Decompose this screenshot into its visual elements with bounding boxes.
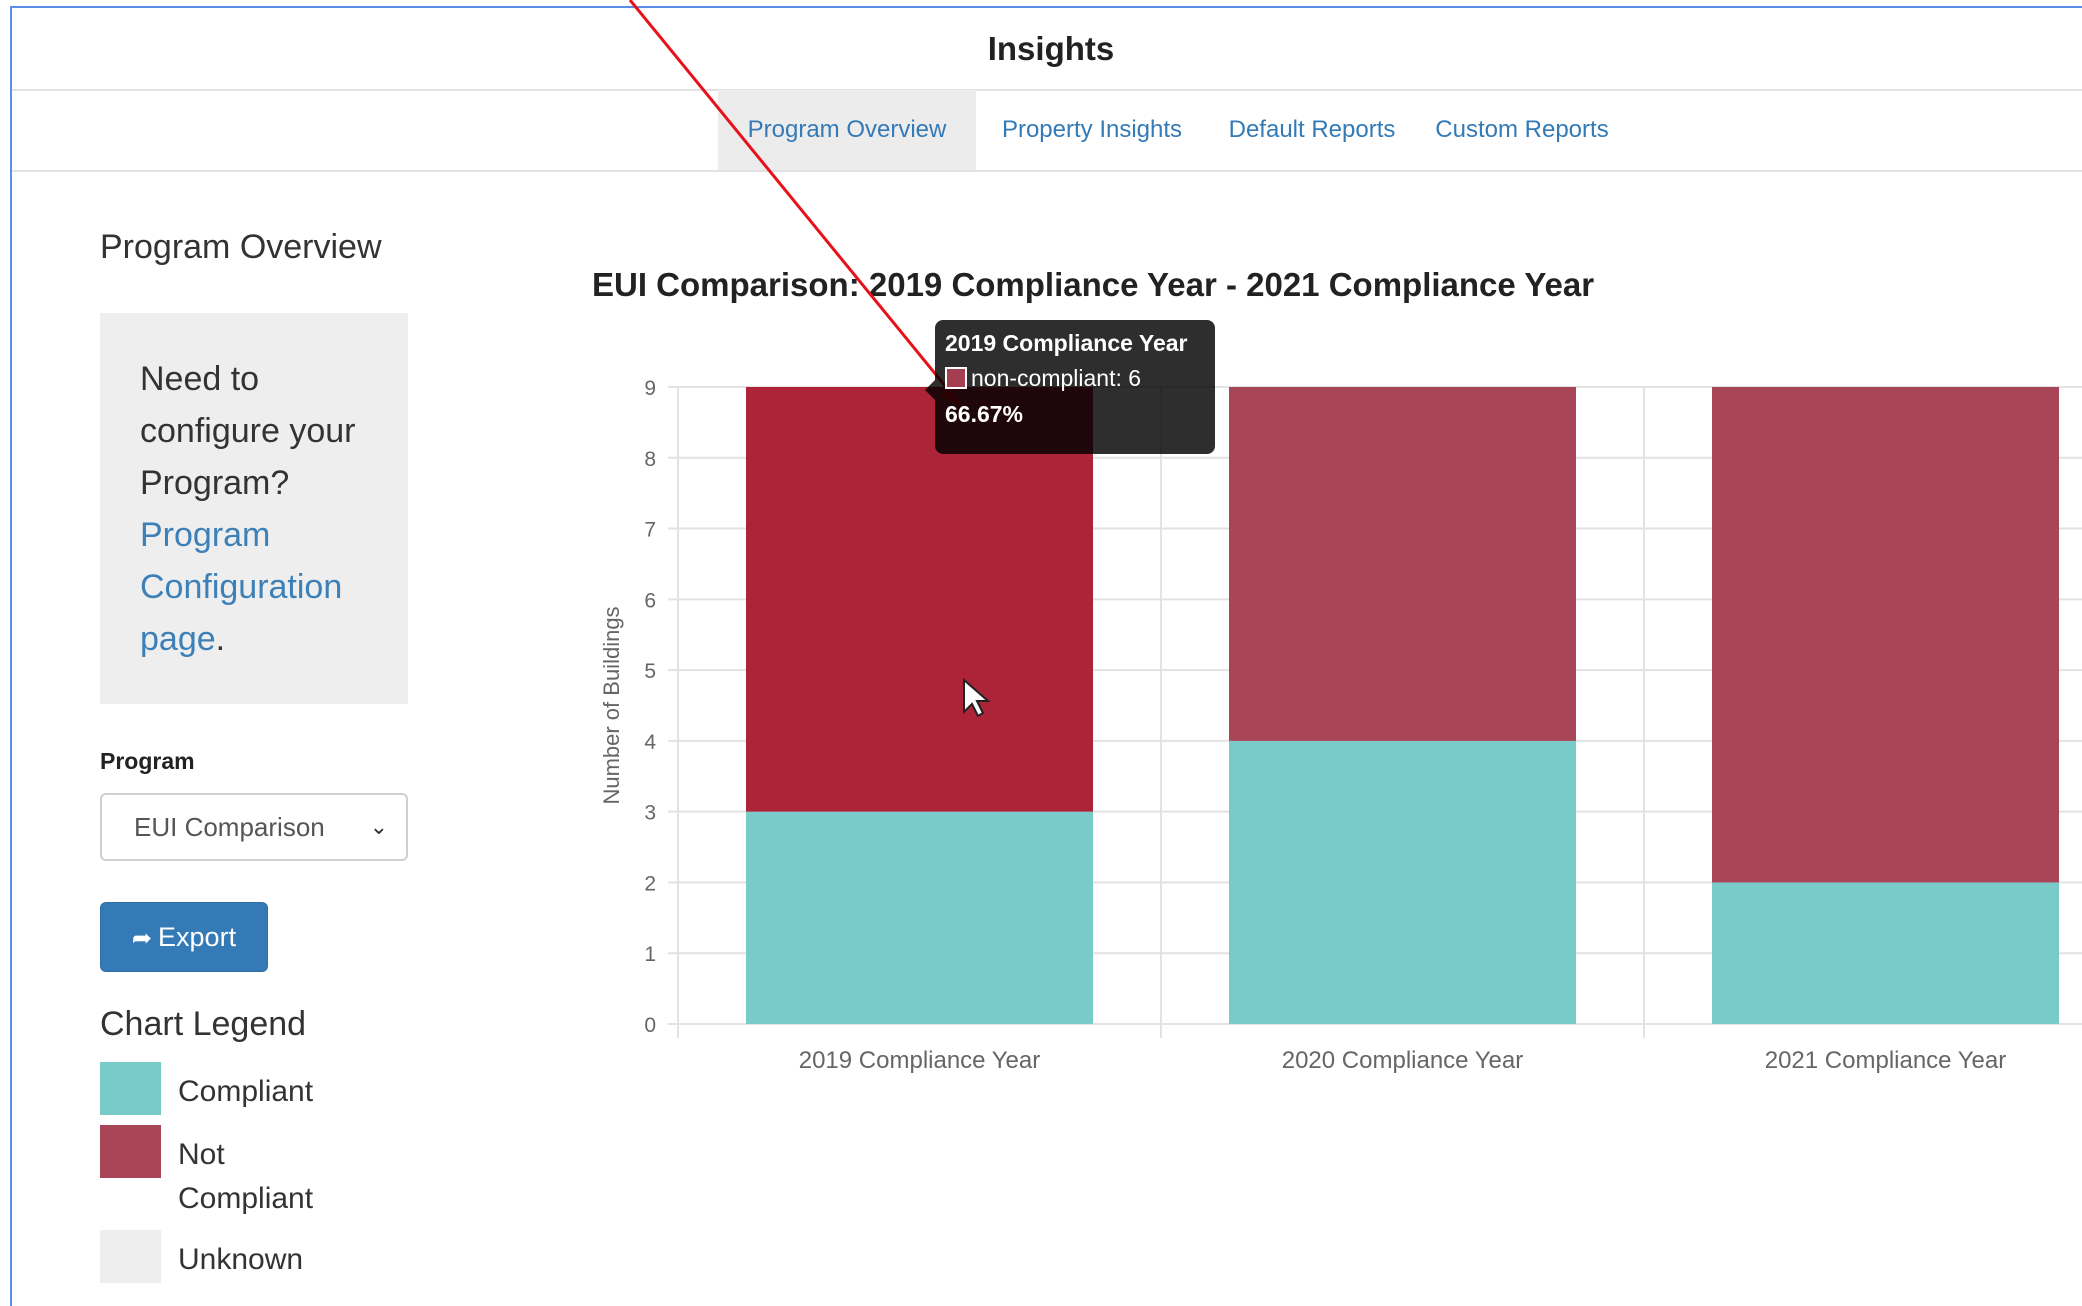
tooltip-percent: 66.67% (945, 401, 1024, 427)
y-tick-label: 0 (644, 1014, 656, 1037)
y-tick-label: 2 (644, 872, 656, 895)
tooltip-row-text: non-compliant: 6 (971, 365, 1142, 391)
bar-compliant (1712, 882, 2059, 1024)
y-tick-label: 5 (644, 660, 656, 683)
bar-compliant (746, 811, 1093, 1024)
annotation-arrow-line (628, 0, 957, 399)
chart-tooltip: 2019 Compliance Year non-compliant: 6 66… (935, 320, 1215, 454)
tooltip-swatch (945, 367, 967, 389)
y-tick-label: 1 (644, 943, 656, 966)
x-tick-label: 2021 Compliance Year (1765, 1047, 2007, 1074)
bar-compliant (1229, 740, 1576, 1024)
tooltip-title: 2019 Compliance Year (945, 330, 1188, 356)
x-tick-label: 2019 Compliance Year (799, 1047, 1041, 1074)
y-tick-label: 6 (644, 589, 656, 612)
y-tick-label: 8 (644, 448, 656, 471)
y-tick-label: 7 (644, 519, 656, 542)
bar-non-compliant (1229, 387, 1576, 741)
tooltip-row: non-compliant: 6 (945, 358, 1205, 398)
x-tick-label: 2020 Compliance Year (1282, 1047, 1524, 1074)
y-tick-label: 4 (644, 731, 656, 754)
y-tick-label: 3 (644, 802, 656, 825)
bar-non-compliant (1712, 387, 2059, 883)
y-tick-label: 9 (644, 377, 656, 400)
chart-svg: 0 1 2 3 4 5 6 7 8 9 2019 Compliance Year 2020 Compl… (599, 0, 2082, 1074)
tooltip-caret (925, 380, 935, 400)
y-axis-label: Number of Buildings (599, 606, 624, 804)
